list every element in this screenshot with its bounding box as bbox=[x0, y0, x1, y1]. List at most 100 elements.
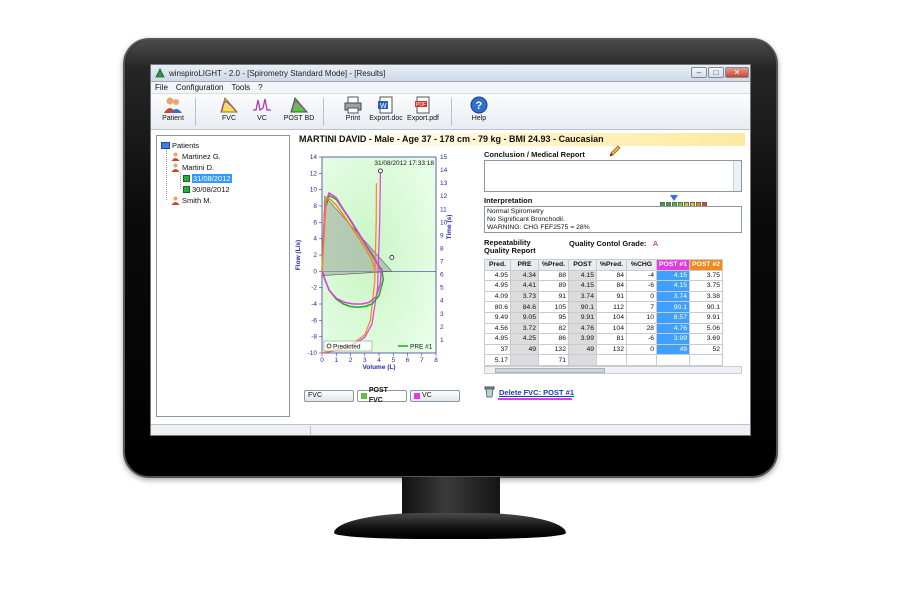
table-row[interactable]: 9.49 9.05 95 9.91 104 10 8.57 9.91 bbox=[484, 311, 723, 324]
export-doc-label: Export.doc bbox=[369, 115, 403, 122]
table-cell: 81 bbox=[596, 333, 627, 345]
table-cell: 0 bbox=[626, 343, 657, 356]
tree-root-patients[interactable]: Patients bbox=[161, 140, 199, 150]
column-header: %Pred. bbox=[596, 259, 627, 271]
help-icon: ? bbox=[470, 96, 488, 114]
y2-tick-label: 11 bbox=[440, 206, 447, 213]
toolbar: Patient FVC VC POST BD Print W Export.do… bbox=[151, 94, 750, 130]
edit-pencil-icon[interactable] bbox=[608, 144, 622, 158]
y2-tick-label: 9 bbox=[440, 232, 444, 239]
table-cell: 4.41 bbox=[510, 280, 539, 292]
table-cell: -6 bbox=[626, 280, 657, 292]
tree-test-date[interactable]: 30/08/2012 bbox=[183, 184, 230, 194]
interpretation-line: No Significant Bronchodil. bbox=[487, 216, 565, 223]
close-button[interactable]: ✕ bbox=[725, 67, 749, 78]
table-cell: 4.56 bbox=[484, 322, 511, 335]
tree-patient-martinez[interactable]: Martinez G. bbox=[171, 151, 221, 161]
test-icon bbox=[183, 185, 190, 193]
interpretation-line: WARNING: CHG FEF2575 = 28% bbox=[487, 224, 590, 231]
menu-configuration[interactable]: Configuration bbox=[176, 83, 224, 92]
table-cell: 84 bbox=[596, 280, 627, 292]
tree-root-label: Patients bbox=[172, 140, 200, 150]
table-cell: 4.15 bbox=[568, 269, 597, 282]
x-tick-label: 2 bbox=[349, 357, 353, 364]
status-segment bbox=[311, 426, 750, 435]
table-cell: 91 bbox=[538, 290, 569, 303]
y2-tick-label: 12 bbox=[440, 193, 448, 200]
tab-vc[interactable]: VC bbox=[410, 390, 460, 402]
patient-name: Martini D. bbox=[182, 162, 215, 172]
table-cell: 90.1 bbox=[656, 301, 690, 313]
table-cell: 89 bbox=[538, 280, 569, 292]
table-row[interactable]: 5.17 71 bbox=[484, 354, 723, 366]
conclusion-scrollbar[interactable] bbox=[733, 161, 741, 191]
tab-post-fvc[interactable]: POST FVC bbox=[357, 387, 407, 404]
conclusion-title: Conclusion / Medical Report bbox=[484, 150, 585, 159]
post-bd-button[interactable]: POST BD bbox=[279, 96, 319, 128]
tree-test-date-selected[interactable]: 31/08/2012 bbox=[183, 173, 232, 183]
tree-patient-martini[interactable]: Martini D. bbox=[171, 162, 214, 172]
table-cell: -4 bbox=[626, 269, 657, 282]
person-icon bbox=[171, 196, 180, 205]
table-cell: 9.05 bbox=[510, 311, 539, 324]
test-date: 31/08/2012 bbox=[192, 173, 232, 183]
window-title: winspiroLIGHT - 2.0 - [Spirometry Standa… bbox=[169, 68, 386, 78]
vc-label: VC bbox=[257, 115, 267, 122]
table-cell: 4.09 bbox=[484, 290, 511, 303]
menu-file[interactable]: File bbox=[155, 83, 168, 92]
column-header: %CHG bbox=[626, 259, 657, 271]
scrollbar-thumb[interactable] bbox=[495, 368, 605, 373]
y2-tick-label: 7 bbox=[440, 259, 444, 266]
patient-header: MARTINI DAVID - Male - Age 37 - 178 cm -… bbox=[297, 133, 745, 146]
table-row[interactable]: 4.95 4.25 86 3.99 81 -6 3.99 3.69 bbox=[484, 333, 723, 345]
table-row[interactable]: 4.56 3.72 82 4.76 104 28 4.76 5.06 bbox=[484, 322, 723, 335]
winspiro-app-icon bbox=[155, 68, 165, 78]
tab-fvc[interactable]: FVC bbox=[304, 390, 354, 402]
menu-tools[interactable]: Tools bbox=[231, 83, 250, 92]
predicted-marker bbox=[378, 168, 383, 174]
x-tick-label: 5 bbox=[391, 357, 395, 364]
patient-tree-panel: Patients Martinez G. Martini D. 31/08/20… bbox=[156, 135, 290, 417]
conclusion-textarea[interactable] bbox=[484, 160, 742, 192]
table-cell: 88 bbox=[538, 269, 569, 282]
y-tick-label: 10 bbox=[310, 187, 318, 194]
menu-help[interactable]: ? bbox=[258, 83, 262, 92]
delete-fvc-link[interactable]: Delete FVC: POST #1 bbox=[499, 388, 574, 397]
table-cell: 3.75 bbox=[689, 280, 723, 292]
folder-icon bbox=[161, 141, 170, 149]
y-tick-label: 6 bbox=[313, 219, 317, 226]
person-icon bbox=[171, 152, 180, 161]
table-row[interactable]: 4.95 4.34 88 4.15 84 -4 4.15 3.75 bbox=[484, 269, 723, 282]
export-pdf-button[interactable]: PDF Export.pdf bbox=[403, 96, 443, 128]
table-cell: 4.25 bbox=[510, 333, 539, 345]
x-axis-label: Volume (L) bbox=[362, 364, 395, 371]
status-segment bbox=[151, 426, 311, 435]
help-button[interactable]: ? Help bbox=[459, 96, 499, 128]
predicted-marker bbox=[389, 255, 395, 260]
table-row[interactable]: 4.09 3.73 91 3.74 91 0 3.74 3.38 bbox=[484, 290, 723, 303]
legend-predicted-marker bbox=[326, 343, 332, 349]
results-table: Pred. PRE %Pred. POST %Pred. %CHG POST #1 POST … bbox=[484, 259, 723, 366]
y2-tick-label: 3 bbox=[440, 311, 444, 318]
table-row[interactable]: 80.6 84.6 105 90.1 112 7 90.1 90.1 bbox=[484, 301, 723, 313]
column-header: POST #1 bbox=[656, 259, 690, 271]
maximize-button[interactable]: □ bbox=[708, 67, 724, 78]
tree-patient-smith[interactable]: Smith M. bbox=[171, 195, 212, 205]
table-cell: 4.34 bbox=[510, 269, 539, 282]
delete-link-underline bbox=[498, 398, 572, 400]
export-pdf-label: Export.pdf bbox=[407, 115, 439, 122]
post-fvc-swatch bbox=[361, 393, 367, 399]
quality-grade-value: A bbox=[653, 239, 659, 248]
table-row[interactable]: 37 49 132 49 132 0 49 52 bbox=[484, 343, 723, 356]
table-cell: 4.15 bbox=[656, 280, 690, 292]
trash-icon[interactable] bbox=[484, 385, 495, 398]
vc-button[interactable]: VC bbox=[242, 96, 282, 128]
y-tick-label: 8 bbox=[313, 203, 317, 210]
table-cell bbox=[656, 354, 690, 366]
minimize-button[interactable]: – bbox=[691, 67, 707, 78]
results-horizontal-scrollbar[interactable] bbox=[484, 366, 742, 374]
y2-tick-label: 8 bbox=[440, 245, 444, 252]
table-row[interactable]: 4.95 4.41 89 4.15 84 -6 4.15 3.75 bbox=[484, 280, 723, 292]
patient-button[interactable]: Patient bbox=[153, 96, 193, 128]
export-doc-button[interactable]: W Export.doc bbox=[366, 96, 406, 128]
